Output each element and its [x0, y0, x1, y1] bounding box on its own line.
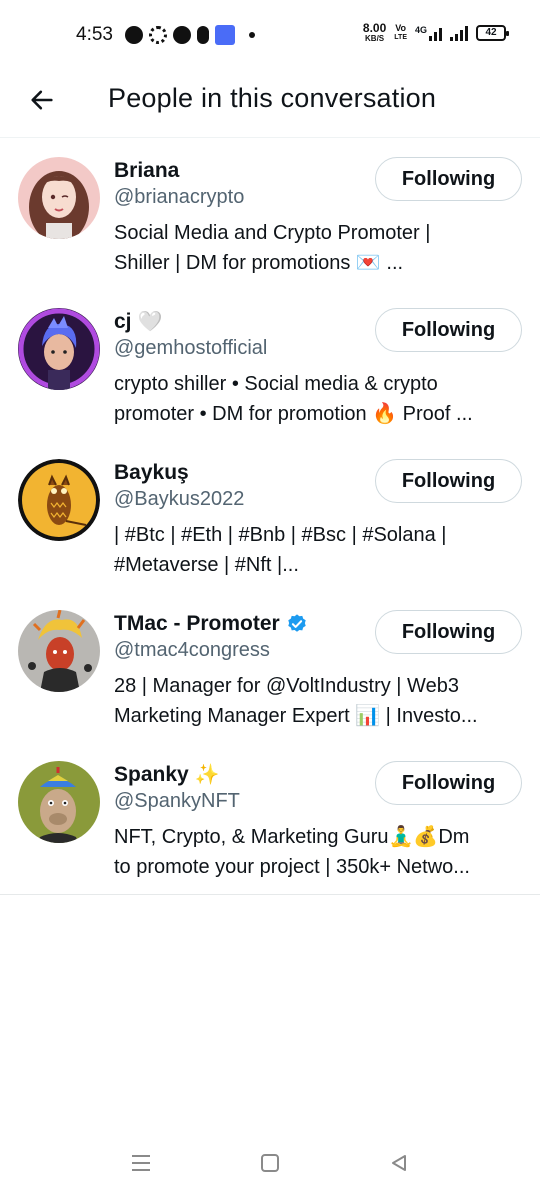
bio-line: 28 | Manager for @VoltIndustry | Web3: [114, 675, 459, 697]
bio-line: NFT, Crypto, & Marketing Guru🧘‍♂️💰Dm: [114, 826, 470, 848]
status-bar: 4:53 8.00 KB/S Vo LTE 4G 42: [0, 0, 540, 72]
list-item[interactable]: cj 🤍 @gemhostofficial crypto shiller • S…: [0, 290, 540, 441]
messenger-icon: [125, 26, 143, 44]
following-button[interactable]: Following: [375, 761, 522, 805]
system-nav-bar: [0, 1130, 540, 1200]
network-speed: 8.00 KB/S: [363, 22, 386, 43]
signal-bar: [460, 29, 463, 41]
avatar[interactable]: [18, 459, 100, 541]
signal-bar: [455, 33, 458, 41]
avatar[interactable]: [18, 308, 100, 390]
signal-bar: [439, 27, 442, 41]
page-title: People in this conversation: [108, 83, 437, 113]
bio-line: Marketing Manager Expert 📊 | Investo...: [114, 705, 478, 727]
network-speed-value: 8.00: [362, 21, 387, 35]
facebook-icon: [173, 26, 191, 44]
following-button[interactable]: Following: [375, 610, 522, 654]
network-speed-unit: KB/S: [365, 34, 385, 43]
bio-line: Shiller | DM for promotions 💌 ...: [114, 252, 404, 274]
menu-icon: [132, 1155, 150, 1171]
volte-badge: Vo LTE: [394, 22, 407, 42]
avatar[interactable]: [18, 157, 100, 239]
person-bio: 28 | Manager for @VoltIndustry | Web3 Ma…: [114, 671, 520, 731]
system-back-button[interactable]: [384, 1148, 414, 1178]
triangle-back-icon: [392, 1155, 406, 1171]
network-type: 4G: [414, 24, 427, 35]
bio-line: | #Btc | #Eth | #Bnb | #Bsc | #Solana |: [114, 524, 447, 546]
bio-line: to promote your project | 350k+ Netwo...: [114, 856, 470, 878]
person-name[interactable]: Spanky: [114, 763, 189, 787]
header: People in this conversation: [0, 72, 540, 138]
volte-bottom: LTE: [394, 33, 407, 41]
battery-level: 42: [485, 26, 497, 38]
verified-badge-icon: [287, 614, 306, 632]
avatar[interactable]: [18, 610, 100, 692]
person-name[interactable]: Briana: [114, 159, 179, 183]
person-name[interactable]: Baykuş: [114, 461, 189, 485]
bio-line: Social Media and Crypto Promoter |: [114, 222, 431, 244]
home-button[interactable]: [255, 1148, 285, 1178]
signal-bar: [434, 31, 437, 41]
arrow-left-icon: [31, 90, 53, 110]
following-button[interactable]: Following: [375, 308, 522, 352]
square-icon: [261, 1154, 279, 1172]
notification-icons: [125, 25, 255, 45]
bio-line: #Metaverse | #Nft |...: [114, 554, 299, 576]
signal-icon: [450, 25, 468, 41]
person-name[interactable]: cj: [114, 310, 132, 334]
following-button[interactable]: Following: [375, 157, 522, 201]
bio-line: crypto shiller • Social media & crypto: [114, 373, 438, 395]
status-time: 4:53: [76, 24, 113, 45]
touch-icon: [197, 26, 209, 44]
person-name[interactable]: TMac - Promoter: [114, 612, 280, 636]
sync-icon: [149, 26, 167, 44]
person-bio: | #Btc | #Eth | #Bnb | #Bsc | #Solana | …: [114, 520, 520, 580]
list-item[interactable]: Spanky ✨ @SpankyNFT NFT, Crypto, & Marke…: [0, 743, 540, 894]
list-item[interactable]: TMac - Promoter @tmac4congress 28 | Mana…: [0, 592, 540, 743]
battery-icon: 42: [476, 24, 509, 41]
signal-bar: [429, 35, 432, 41]
volte-top: Vo: [395, 22, 407, 33]
person-bio: crypto shiller • Social media & crypto p…: [114, 369, 520, 429]
more-notifications-icon: [249, 32, 255, 38]
app-icon: [215, 25, 235, 45]
list-item[interactable]: Baykuş @Baykus2022 | #Btc | #Eth | #Bnb …: [0, 441, 540, 592]
recents-button[interactable]: [126, 1148, 156, 1178]
people-list: Briana @brianacrypto Social Media and Cr…: [0, 139, 540, 895]
signal-bar: [450, 36, 453, 41]
heart-emoji: 🤍: [137, 311, 163, 333]
avatar[interactable]: [18, 761, 100, 843]
bio-line: promoter • DM for promotion 🔥 Proof ...: [114, 403, 473, 425]
back-button[interactable]: [24, 82, 60, 118]
sparkles-emoji: ✨: [194, 764, 220, 786]
following-button[interactable]: Following: [375, 459, 522, 503]
list-item[interactable]: Briana @brianacrypto Social Media and Cr…: [0, 139, 540, 290]
signal-bar: [465, 25, 468, 41]
person-bio: Social Media and Crypto Promoter | Shill…: [114, 218, 520, 278]
person-bio: NFT, Crypto, & Marketing Guru🧘‍♂️💰Dm to …: [114, 822, 520, 882]
signal-4g-icon: 4G: [415, 25, 442, 41]
status-right: 8.00 KB/S Vo LTE 4G 42: [363, 22, 509, 43]
